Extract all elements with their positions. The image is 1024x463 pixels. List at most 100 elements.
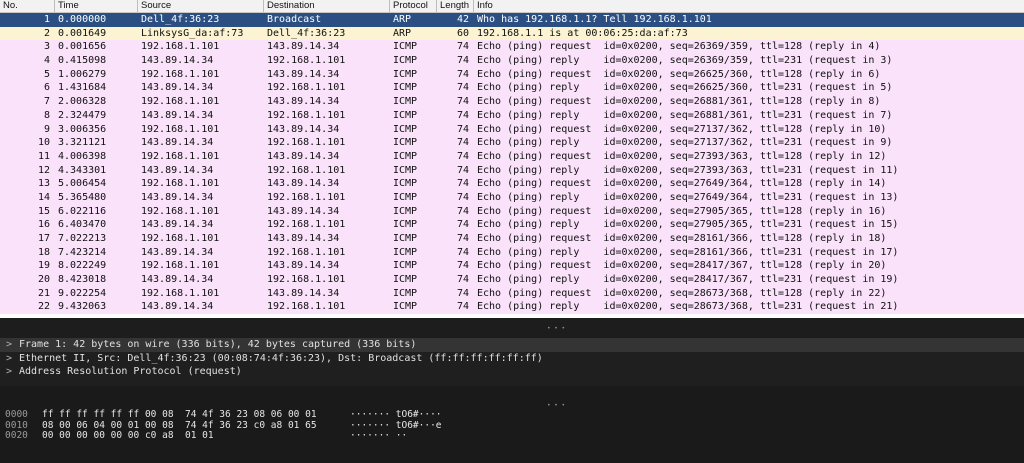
expand-chevron-icon[interactable]: > xyxy=(6,352,19,366)
packet-info: Echo (ping) request id=0x0200, seq=27393… xyxy=(477,150,887,162)
packet-source: 192.168.1.101 xyxy=(141,205,220,217)
packet-length: 74 xyxy=(456,150,469,162)
packet-length: 74 xyxy=(456,82,469,94)
packet-length: 74 xyxy=(456,301,469,313)
packet-row[interactable]: 16 6.403470 143.89.14.34 192.168.1.101 ICMP 7… xyxy=(0,218,1024,232)
packet-info: Echo (ping) request id=0x0200, seq=27649… xyxy=(477,178,887,190)
detail-tree-item[interactable]: > Frame 1: 42 bytes on wire (336 bits), 4… xyxy=(0,338,1024,352)
column-time[interactable]: Time xyxy=(54,0,137,12)
packet-protocol: ICMP xyxy=(393,219,418,231)
column-destination[interactable]: Destination xyxy=(263,0,389,12)
packet-protocol: ICMP xyxy=(393,82,418,94)
splitter-grip-icon: • • • xyxy=(547,325,566,332)
packet-row[interactable]: 17 7.022213 192.168.1.101 143.89.14.34 ICMP 7… xyxy=(0,232,1024,246)
packet-protocol: ICMP xyxy=(393,123,418,135)
packet-protocol: ICMP xyxy=(393,41,418,53)
bytes-row[interactable]: 0020 00 00 00 00 00 00 c0 a8 01 01 ·······… xyxy=(0,430,1024,442)
packet-no: 1 xyxy=(43,14,50,25)
expand-chevron-icon[interactable]: > xyxy=(6,338,19,352)
packet-row[interactable]: 4 0.415098 143.89.14.34 192.168.1.101 ICMP 74… xyxy=(0,54,1024,68)
packet-row[interactable]: 7 2.006328 192.168.1.101 143.89.14.34 ICMP 74… xyxy=(0,95,1024,109)
packet-destination: Dell_4f:36:23 xyxy=(267,27,346,39)
packet-length: 42 xyxy=(456,14,469,25)
packet-row[interactable]: 2 0.001649 LinksysG_da:af:73 Dell_4f:36:23 A… xyxy=(0,26,1024,41)
packet-time: 1.006279 xyxy=(58,68,107,80)
packet-row[interactable]: 21 9.022254 192.168.1.101 143.89.14.34 ICMP 7… xyxy=(0,286,1024,301)
packet-source: 192.168.1.101 xyxy=(141,150,220,162)
detail-tree-item[interactable]: > Address Resolution Protocol (request) xyxy=(0,365,1024,379)
packet-protocol: ICMP xyxy=(393,137,418,149)
packet-no: 22 xyxy=(37,301,50,313)
packet-destination: 143.89.14.34 xyxy=(267,123,340,135)
packet-source: 192.168.1.101 xyxy=(141,233,220,244)
packet-source: 143.89.14.34 xyxy=(141,219,214,231)
packet-row[interactable]: 19 8.022249 192.168.1.101 143.89.14.34 ICMP 7… xyxy=(0,259,1024,274)
column-protocol[interactable]: Protocol xyxy=(389,0,436,12)
packet-protocol: ICMP xyxy=(393,246,418,258)
packet-row[interactable]: 14 5.365480 143.89.14.34 192.168.1.101 ICMP 7… xyxy=(0,190,1024,205)
packet-protocol: ICMP xyxy=(393,260,418,272)
detail-tree-item[interactable]: > Ethernet II, Src: Dell_4f:36:23 (00:08:… xyxy=(0,352,1024,366)
packet-row[interactable]: 1 0.000000 Dell_4f:36:23 Broadcast ARP 42 Who … xyxy=(0,13,1024,27)
packet-time: 9.022254 xyxy=(58,287,107,299)
packet-info: Echo (ping) request id=0x0200, seq=26625… xyxy=(477,68,881,80)
packet-row[interactable]: 5 1.006279 192.168.1.101 143.89.14.34 ICMP 74… xyxy=(0,67,1024,82)
packet-protocol: ICMP xyxy=(393,287,418,299)
packet-info: 192.168.1.1 is at 00:06:25:da:af:73 xyxy=(477,27,688,39)
list-details-splitter[interactable]: • • • xyxy=(0,318,1024,338)
packet-info: Echo (ping) reply id=0x0200, seq=28417/3… xyxy=(477,274,899,286)
packet-no: 14 xyxy=(37,191,50,203)
packet-time: 0.415098 xyxy=(58,55,107,67)
column-length[interactable]: Length xyxy=(436,0,473,12)
packet-length: 74 xyxy=(456,123,469,135)
bytes-ascii: ······· tO6#···· xyxy=(350,409,442,420)
packet-time: 0.000000 xyxy=(58,14,107,25)
packet-row[interactable]: 3 0.001656 192.168.1.101 143.89.14.34 ICMP 74… xyxy=(0,40,1024,55)
column-source[interactable]: Source xyxy=(137,0,263,12)
bytes-ascii: ······· ·· xyxy=(350,430,408,441)
packet-protocol: ARP xyxy=(393,14,412,25)
packet-time: 9.432063 xyxy=(58,301,107,313)
packet-protocol: ICMP xyxy=(393,150,418,162)
packet-time: 4.006398 xyxy=(58,150,107,162)
packet-length: 74 xyxy=(456,55,469,67)
packet-destination: 143.89.14.34 xyxy=(267,41,340,53)
packet-row[interactable]: 9 3.006356 192.168.1.101 143.89.14.34 ICMP 74… xyxy=(0,122,1024,137)
packet-destination: 192.168.1.101 xyxy=(267,164,346,176)
packet-no: 13 xyxy=(37,178,50,190)
packet-source: 192.168.1.101 xyxy=(141,123,220,135)
packet-time: 4.343301 xyxy=(58,164,107,176)
packet-no: 19 xyxy=(37,260,50,272)
packet-row[interactable]: 6 1.431684 143.89.14.34 192.168.1.101 ICMP 74… xyxy=(0,81,1024,96)
packet-protocol: ARP xyxy=(393,27,412,39)
expand-chevron-icon[interactable]: > xyxy=(6,365,19,379)
packet-row[interactable]: 12 4.343301 143.89.14.34 192.168.1.101 ICMP 7… xyxy=(0,163,1024,178)
packet-protocol: ICMP xyxy=(393,68,418,80)
packet-protocol: ICMP xyxy=(393,301,418,313)
packet-destination: 192.168.1.101 xyxy=(267,55,346,67)
packet-row[interactable]: 8 2.324479 143.89.14.34 192.168.1.101 ICMP 74… xyxy=(0,108,1024,123)
detail-tree-label: Ethernet II, Src: Dell_4f:36:23 (00:08:7… xyxy=(19,352,543,364)
bytes-row[interactable]: 0000 ff ff ff ff ff ff 00 08 74 4f 36 23 … xyxy=(0,409,1024,421)
packet-row[interactable]: 20 8.423018 143.89.14.34 192.168.1.101 ICMP 7… xyxy=(0,273,1024,287)
packet-time: 5.365480 xyxy=(58,191,107,203)
packet-row[interactable]: 13 5.006454 192.168.1.101 143.89.14.34 ICMP 7… xyxy=(0,177,1024,191)
column-no[interactable]: No. xyxy=(0,0,54,12)
packet-source: 143.89.14.34 xyxy=(141,55,214,67)
packet-row[interactable]: 18 7.423214 143.89.14.34 192.168.1.101 ICMP 7… xyxy=(0,245,1024,260)
packet-row[interactable]: 22 9.432063 143.89.14.34 192.168.1.101 ICMP 7… xyxy=(0,300,1024,315)
packet-source: 143.89.14.34 xyxy=(141,191,214,203)
packet-protocol: ICMP xyxy=(393,274,418,286)
packet-length: 74 xyxy=(456,219,469,231)
packet-info: Echo (ping) reply id=0x0200, seq=27905/3… xyxy=(477,219,899,231)
packet-length: 74 xyxy=(456,137,469,149)
packet-length: 60 xyxy=(456,27,469,39)
packet-info: Echo (ping) reply id=0x0200, seq=27649/3… xyxy=(477,191,899,203)
packet-row[interactable]: 11 4.006398 192.168.1.101 143.89.14.34 ICMP 7… xyxy=(0,149,1024,164)
packet-row[interactable]: 10 3.321121 143.89.14.34 192.168.1.101 ICMP 7… xyxy=(0,136,1024,150)
packet-info: Echo (ping) request id=0x0200, seq=26369… xyxy=(477,41,881,53)
column-info[interactable]: Info xyxy=(473,0,1024,12)
packet-protocol: ICMP xyxy=(393,164,418,176)
packet-row[interactable]: 15 6.022116 192.168.1.101 143.89.14.34 ICMP 7… xyxy=(0,204,1024,219)
packet-destination: 143.89.14.34 xyxy=(267,178,340,190)
